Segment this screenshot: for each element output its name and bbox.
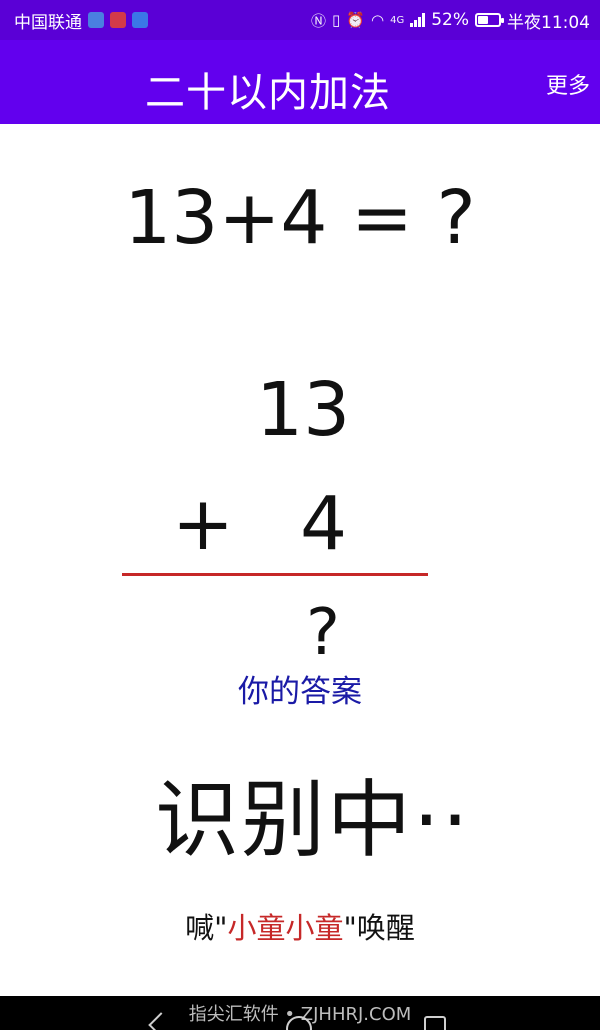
battery-percent: 52% [431, 10, 469, 30]
equation-text: 13+4 = ? [124, 175, 476, 261]
recognition-status: 识别中·· [155, 771, 471, 869]
alarm-icon: ⏰ [346, 11, 365, 29]
page-title: 二十以内加法 [145, 70, 391, 116]
wifi-icon: ◠ [370, 11, 385, 29]
nfc-icon: Ⓝ [311, 11, 327, 30]
wake-hint: 喊"小童小童"唤醒 [0, 905, 600, 947]
signal-icon [410, 13, 426, 27]
status-left: 中国联通 [14, 8, 148, 33]
top-addend: 13 [256, 367, 351, 453]
wake-word: 小童小童 [227, 911, 344, 945]
bottom-addend: 4 [300, 481, 348, 567]
answer-label: 你的答案 [238, 674, 362, 710]
answer-placeholder: ? [306, 596, 340, 670]
mic-icon [110, 12, 126, 28]
status-right: Ⓝ ▯ ⏰ ◠ 4G 52% 半夜11:04 [311, 8, 590, 33]
network-type: 4G [390, 14, 405, 26]
shield-icon [88, 12, 104, 28]
carrier-label: 中国联通 [14, 12, 82, 33]
app-bar: 二十以内加法 更多 [0, 40, 600, 124]
clock: 半夜11:04 [507, 12, 590, 33]
battery-icon [475, 13, 504, 27]
more-button[interactable]: 更多 [546, 68, 590, 100]
wake-hint-suffix: "唤醒 [343, 911, 415, 945]
camera-icon [132, 12, 148, 28]
recent-apps-icon[interactable] [424, 1016, 446, 1030]
plus-sign: + [172, 481, 235, 567]
vibrate-icon: ▯ [332, 11, 341, 29]
status-bar: 中国联通 Ⓝ ▯ ⏰ ◠ 4G 52% 半夜11:04 [0, 0, 600, 40]
wake-hint-prefix: 喊" [185, 911, 228, 945]
sum-divider [122, 573, 428, 576]
